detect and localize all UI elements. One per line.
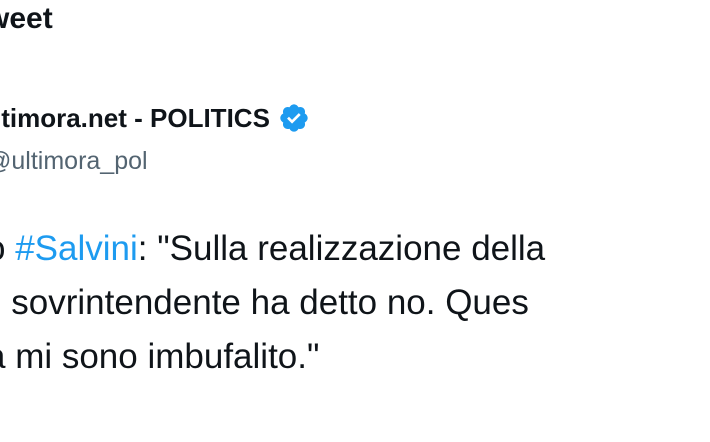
author-name-row[interactable]: ltimora.net - POLITICS	[0, 100, 310, 136]
tweet-line-1-prefix: o	[0, 229, 15, 268]
tweet-line-3: a mi sono imbufalito."	[0, 337, 320, 376]
author-handle-text: ultimora_pol	[11, 147, 148, 175]
hashtag-link[interactable]: #Salvini	[15, 229, 138, 268]
verified-badge-icon[interactable]	[278, 102, 310, 134]
tweet-line-2: il sovrintendente ha detto no. Ques	[0, 283, 529, 322]
tweet-line-1: o #Salvini: "Sulla realizzazione della	[0, 222, 710, 276]
author-handle[interactable]: @ultimora_pol	[0, 144, 148, 178]
page-title: weet	[0, 2, 53, 35]
author-name[interactable]: ltimora.net - POLITICS	[0, 100, 270, 136]
tweet-line-1-suffix: : "Sulla realizzazione della	[137, 229, 546, 268]
tweet-text: o #Salvini: "Sulla realizzazione della i…	[0, 222, 710, 384]
